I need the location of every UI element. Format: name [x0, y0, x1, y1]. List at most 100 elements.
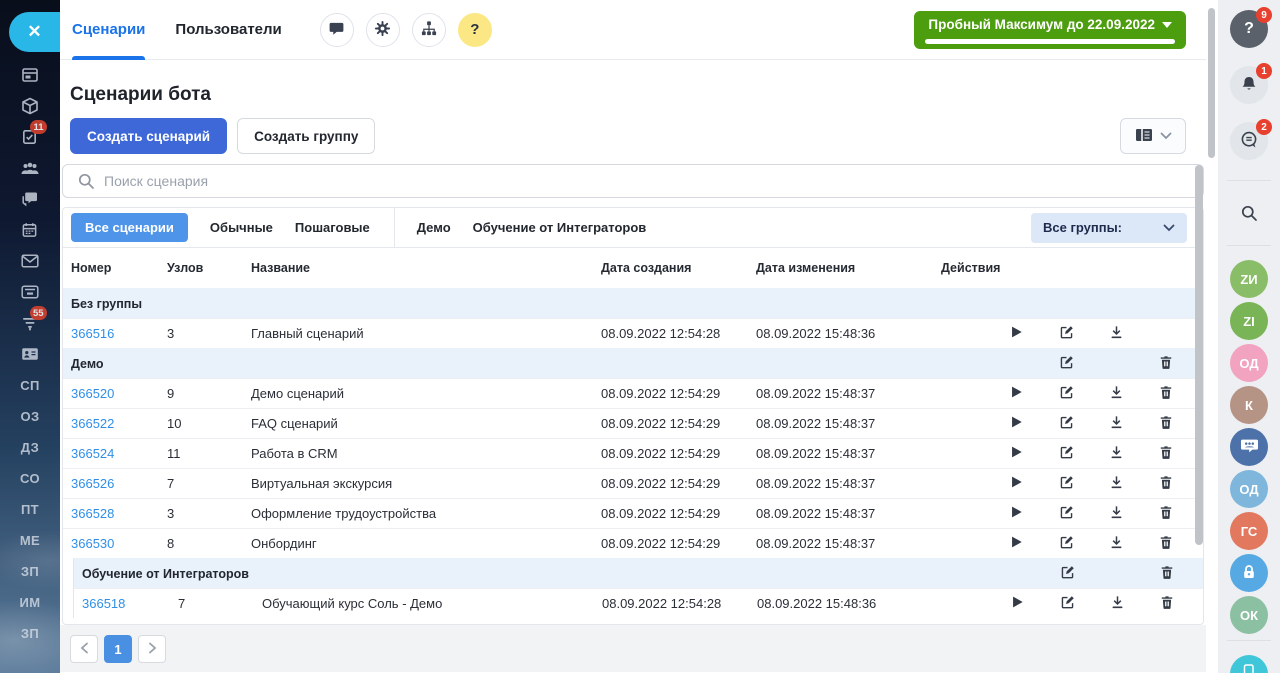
scenario-number-link[interactable]: 366524	[71, 446, 114, 461]
avatar-6[interactable]: ГС	[1230, 512, 1268, 550]
sidebar-item-им-7[interactable]: ИМ	[20, 593, 41, 611]
sidebar-item-зп-8[interactable]: ЗП	[21, 624, 39, 642]
delete-button[interactable]	[1157, 443, 1175, 465]
sidebar-item-ме-5[interactable]: МЕ	[20, 531, 40, 549]
delete-button[interactable]	[1157, 533, 1175, 555]
next-page-button[interactable]	[138, 635, 166, 663]
delete-button[interactable]	[1158, 593, 1176, 615]
edit-button[interactable]	[1057, 473, 1076, 495]
sidebar-users-button[interactable]	[20, 159, 40, 177]
delete-button[interactable]	[1157, 473, 1175, 495]
sidebar-chats-button[interactable]	[21, 190, 39, 208]
sidebar-item-сп-0[interactable]: СП	[20, 376, 40, 394]
prev-page-button[interactable]	[70, 635, 98, 663]
right-sidebar-scrollbar[interactable]	[1208, 8, 1215, 158]
avatar-0[interactable]: ZИ	[1230, 260, 1268, 298]
scenario-number-link[interactable]: 366516	[71, 326, 114, 341]
tab-scenarios[interactable]: Сценарии	[72, 0, 145, 60]
scenario-number-link[interactable]: 366518	[82, 596, 125, 611]
group-chat-button[interactable]	[1230, 428, 1268, 466]
search-button[interactable]	[1230, 195, 1268, 233]
main-scrollbar[interactable]	[1195, 165, 1203, 545]
sidebar-item-зп-6[interactable]: ЗП	[21, 562, 39, 580]
sidebar-item-оз-1[interactable]: ОЗ	[20, 407, 39, 425]
sitemap-button[interactable]	[412, 13, 446, 47]
help-button[interactable]: ?9	[1230, 10, 1268, 48]
edit-button[interactable]	[1057, 353, 1076, 375]
scenario-number-link[interactable]: 366522	[71, 416, 114, 431]
play-button[interactable]	[1007, 503, 1025, 525]
groups-filter-dropdown[interactable]: Все группы:	[1031, 213, 1187, 243]
avatar-3[interactable]: К	[1230, 386, 1268, 424]
scenario-number-link[interactable]: 366526	[71, 476, 114, 491]
edit-button[interactable]	[1057, 443, 1076, 465]
page-button[interactable]: 1	[104, 635, 132, 663]
trial-plan-button[interactable]: Пробный Максимум до 22.09.2022	[914, 11, 1186, 49]
scenario-number-link[interactable]: 366528	[71, 506, 114, 521]
table-columns-button[interactable]	[1120, 118, 1186, 154]
sidebar-calendar-button[interactable]	[21, 221, 38, 239]
download-button[interactable]	[1107, 503, 1126, 525]
create-scenario-button[interactable]: Создать сценарий	[70, 118, 227, 154]
avatar-2[interactable]: ОД	[1230, 344, 1268, 382]
edit-button[interactable]	[1057, 413, 1076, 435]
edit-button[interactable]	[1057, 503, 1076, 525]
filter-tab-2[interactable]: Пошаговые	[295, 220, 370, 235]
sidebar-mail-button[interactable]	[21, 252, 39, 270]
play-button[interactable]	[1007, 533, 1025, 555]
download-button[interactable]	[1107, 413, 1126, 435]
delete-button[interactable]	[1157, 503, 1175, 525]
help-button[interactable]: ?	[458, 13, 492, 47]
gear-button[interactable]	[366, 13, 400, 47]
download-button[interactable]	[1107, 443, 1126, 465]
sidebar-panel-button[interactable]	[21, 66, 39, 84]
sidebar-item-пт-4[interactable]: ПТ	[21, 500, 39, 518]
play-button[interactable]	[1007, 413, 1025, 435]
filter-tab-1[interactable]: Обычные	[210, 220, 273, 235]
phone-cloud-button[interactable]	[1230, 655, 1268, 673]
sidebar-printer-button[interactable]	[21, 283, 39, 301]
sidebar-cube-button[interactable]	[21, 97, 39, 115]
scenario-number-link[interactable]: 366530	[71, 536, 114, 551]
sidebar-item-дз-2[interactable]: ДЗ	[21, 438, 39, 456]
group-tab-1[interactable]: Обучение от Интеграторов	[473, 220, 647, 235]
download-button[interactable]	[1107, 323, 1126, 345]
tab-users[interactable]: Пользователи	[175, 0, 281, 60]
sidebar-tasks-button[interactable]: 11	[21, 128, 38, 146]
sidebar-filter-button[interactable]: 55	[21, 314, 39, 332]
download-button[interactable]	[1107, 383, 1126, 405]
delete-button[interactable]	[1157, 383, 1175, 405]
sidebar-contact-card-button[interactable]	[21, 345, 39, 363]
delete-button[interactable]	[1157, 413, 1175, 435]
avatar-8[interactable]: ОК	[1230, 596, 1268, 634]
lock-button[interactable]	[1230, 554, 1268, 592]
download-button[interactable]	[1107, 533, 1126, 555]
search-input[interactable]	[104, 173, 1193, 189]
group-tab-0[interactable]: Демо	[417, 220, 451, 235]
delete-button[interactable]	[1158, 563, 1176, 585]
edit-button[interactable]	[1057, 323, 1076, 345]
play-button[interactable]	[1007, 443, 1025, 465]
edit-button[interactable]	[1057, 383, 1076, 405]
edit-button[interactable]	[1058, 563, 1077, 585]
download-icon	[1109, 445, 1124, 463]
download-button[interactable]	[1108, 593, 1127, 615]
play-button[interactable]	[1008, 593, 1026, 615]
avatar-1[interactable]: ZI	[1230, 302, 1268, 340]
chat-button[interactable]	[320, 13, 354, 47]
play-button[interactable]	[1007, 473, 1025, 495]
chat-lines-button[interactable]: 2	[1230, 122, 1268, 160]
edit-button[interactable]	[1058, 593, 1077, 615]
bell-button[interactable]: 1	[1230, 66, 1268, 104]
edit-button[interactable]	[1057, 533, 1076, 555]
create-group-button[interactable]: Создать группу	[237, 118, 375, 154]
delete-button[interactable]	[1157, 353, 1175, 375]
avatar-5[interactable]: ОД	[1230, 470, 1268, 508]
close-button[interactable]: ✕	[9, 12, 60, 52]
download-button[interactable]	[1107, 473, 1126, 495]
sidebar-item-со-3[interactable]: СО	[20, 469, 40, 487]
scenario-number-link[interactable]: 366520	[71, 386, 114, 401]
play-button[interactable]	[1007, 323, 1025, 345]
play-button[interactable]	[1007, 383, 1025, 405]
filter-tab-0[interactable]: Все сценарии	[71, 213, 188, 242]
